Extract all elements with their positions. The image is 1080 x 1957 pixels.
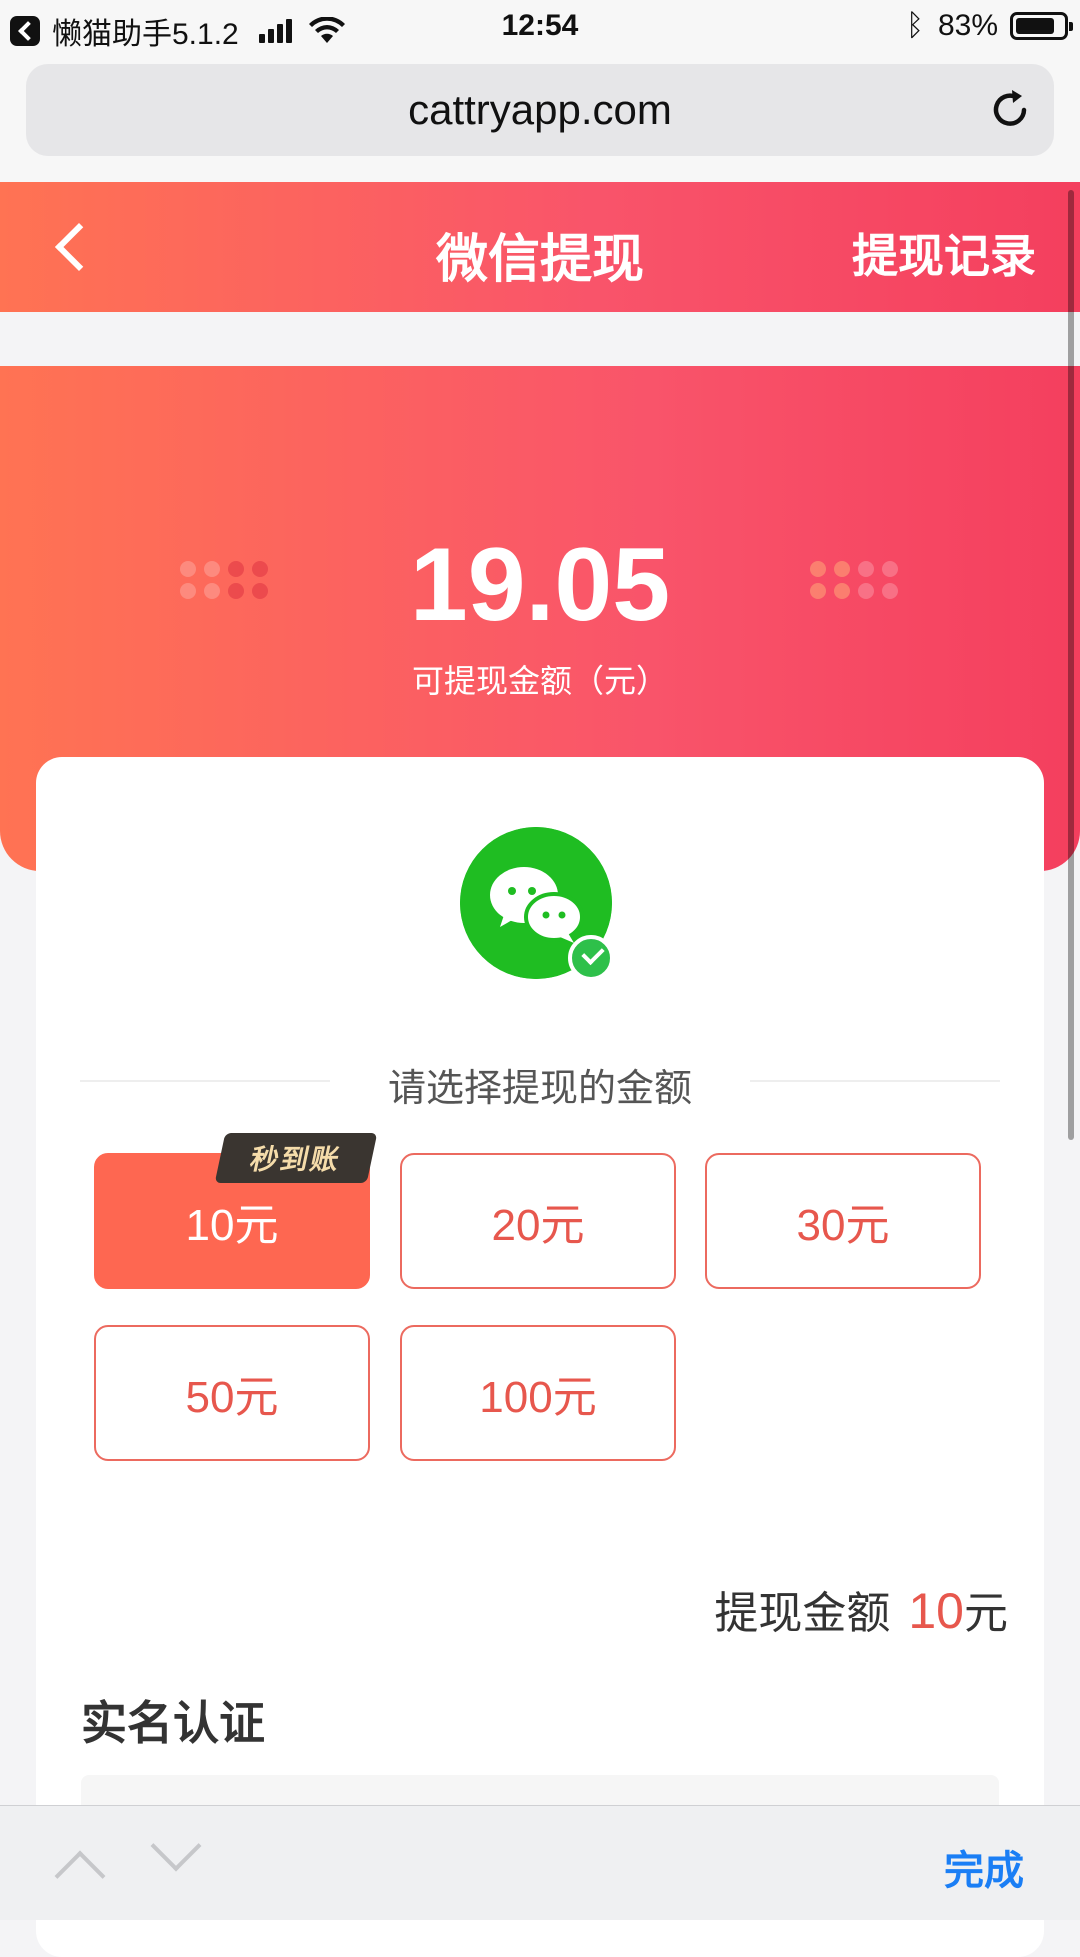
battery-fill <box>1016 18 1055 34</box>
withdraw-summary: 提现金额 10元 <box>714 1577 1008 1641</box>
amount-option-50[interactable]: 50元 <box>94 1325 370 1461</box>
address-bar[interactable]: cattryapp.com <box>26 64 1054 156</box>
summary-value: 10 <box>908 1583 964 1639</box>
keyboard-accessory-bar: 完成 <box>0 1805 1080 1920</box>
bluetooth-icon: ᛒ <box>905 9 924 42</box>
next-field-icon[interactable] <box>150 1820 202 1872</box>
reload-icon[interactable] <box>986 86 1034 134</box>
done-button[interactable]: 完成 <box>944 1838 1024 1896</box>
battery-icon <box>1010 12 1073 40</box>
nav-header: 微信提现 提现记录 <box>0 182 1080 312</box>
selected-check-icon <box>568 935 614 981</box>
previous-field-icon[interactable] <box>54 1850 106 1902</box>
withdraw-card: 请选择提现的金额 10元 20元 30元 50元 100元 秒到账 提现金额 10… <box>36 757 1044 1957</box>
battery-percent: 83% <box>937 9 998 42</box>
realname-title: 实名认证 <box>81 1696 265 1750</box>
select-amount-title: 请选择提现的金额 <box>387 1066 692 1110</box>
url-text[interactable]: cattryapp.com <box>26 86 1054 134</box>
balance-amount: 19.05 <box>409 527 671 643</box>
amount-option-100[interactable]: 100元 <box>400 1325 676 1461</box>
summary-label: 提现金额 <box>714 1588 891 1639</box>
balance-label: 可提现金额（元） <box>411 662 668 700</box>
withdraw-history-link[interactable]: 提现记录 <box>852 220 1036 286</box>
amount-option-30[interactable]: 30元 <box>705 1153 981 1289</box>
instant-arrival-badge: 秒到账 <box>214 1133 378 1183</box>
status-right: ᛒ 83% <box>905 9 1073 43</box>
browser-toolbar: cattryapp.com <box>0 54 1080 182</box>
status-bar: 懒猫助手5.1.2 12:54 ᛒ 83% <box>0 0 1080 54</box>
amount-option-20[interactable]: 20元 <box>400 1153 676 1289</box>
summary-unit: 元 <box>964 1588 1008 1639</box>
scrollbar[interactable] <box>1068 190 1074 1140</box>
